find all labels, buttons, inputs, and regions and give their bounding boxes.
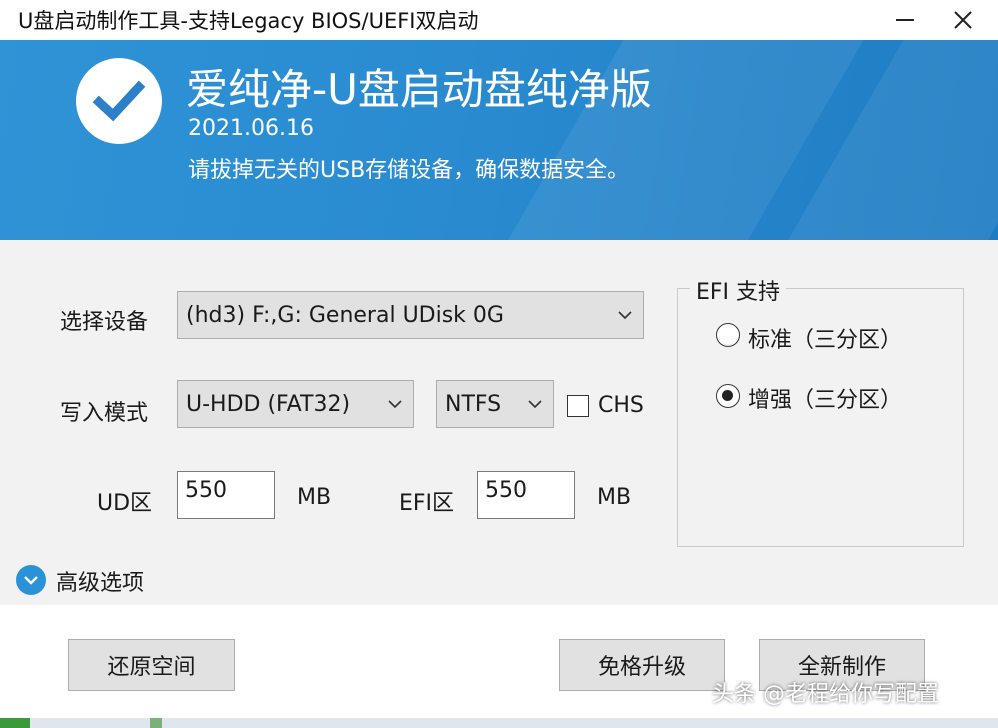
- efi-standard-label: 标准（三分区）: [748, 328, 903, 353]
- efi-enhanced-label: 增强（三分区）: [748, 388, 903, 413]
- taskbar-item: [0, 718, 30, 728]
- restore-space-button[interactable]: 还原空间: [68, 639, 235, 691]
- window-title: U盘启动制作工具-支持Legacy BIOS/UEFI双启动: [18, 9, 479, 33]
- expand-advanced-button[interactable]: [16, 565, 46, 595]
- chevron-down-icon: [388, 400, 402, 409]
- chs-label: CHS: [598, 393, 644, 418]
- filesystem-select[interactable]: NTFS: [436, 380, 554, 428]
- mode-label: 写入模式: [60, 401, 149, 426]
- efi-standard-radio[interactable]: [716, 323, 740, 347]
- close-icon: [954, 11, 972, 29]
- device-label: 选择设备: [60, 310, 149, 335]
- mode-select[interactable]: U-HDD (FAT32): [177, 380, 414, 428]
- mode-select-value: U-HDD (FAT32): [186, 391, 351, 417]
- filesystem-select-value: NTFS: [445, 391, 502, 417]
- success-badge: [76, 58, 162, 144]
- banner-title: 爱纯净-U盘启动盘纯净版: [186, 65, 652, 114]
- chs-checkbox[interactable]: [567, 395, 589, 417]
- device-select-value: (hd3) F:,G: General UDisk 0G: [186, 302, 504, 328]
- banner-date: 2021.06.16: [188, 116, 314, 141]
- radio-selected-dot: [722, 390, 733, 401]
- check-icon: [92, 80, 146, 122]
- taskbar-item: [150, 718, 162, 728]
- upgrade-without-format-button[interactable]: 免格升级: [559, 639, 725, 691]
- efi-size-input[interactable]: 550: [477, 471, 575, 519]
- chevron-down-icon: [618, 311, 632, 320]
- efi-label: EFI区: [399, 491, 455, 516]
- efi-enhanced-radio[interactable]: [716, 384, 740, 408]
- efi-unit: MB: [597, 485, 632, 510]
- watermark: 头条 @老程给你写配置: [712, 682, 939, 707]
- minimize-icon: [896, 19, 914, 21]
- chevron-down-icon: [528, 400, 542, 409]
- banner-note: 请拔掉无关的USB存储设备，确保数据安全。: [188, 158, 630, 183]
- chevron-down-icon: [24, 576, 38, 585]
- device-select[interactable]: (hd3) F:,G: General UDisk 0G: [177, 291, 644, 339]
- ud-label: UD区: [97, 491, 153, 516]
- ud-unit: MB: [297, 485, 332, 510]
- efi-support-legend: EFI 支持: [690, 274, 787, 306]
- minimize-button[interactable]: [882, 0, 928, 40]
- close-button[interactable]: [940, 0, 986, 40]
- advanced-options-label[interactable]: 高级选项: [56, 565, 144, 597]
- ud-size-input[interactable]: 550: [177, 471, 275, 519]
